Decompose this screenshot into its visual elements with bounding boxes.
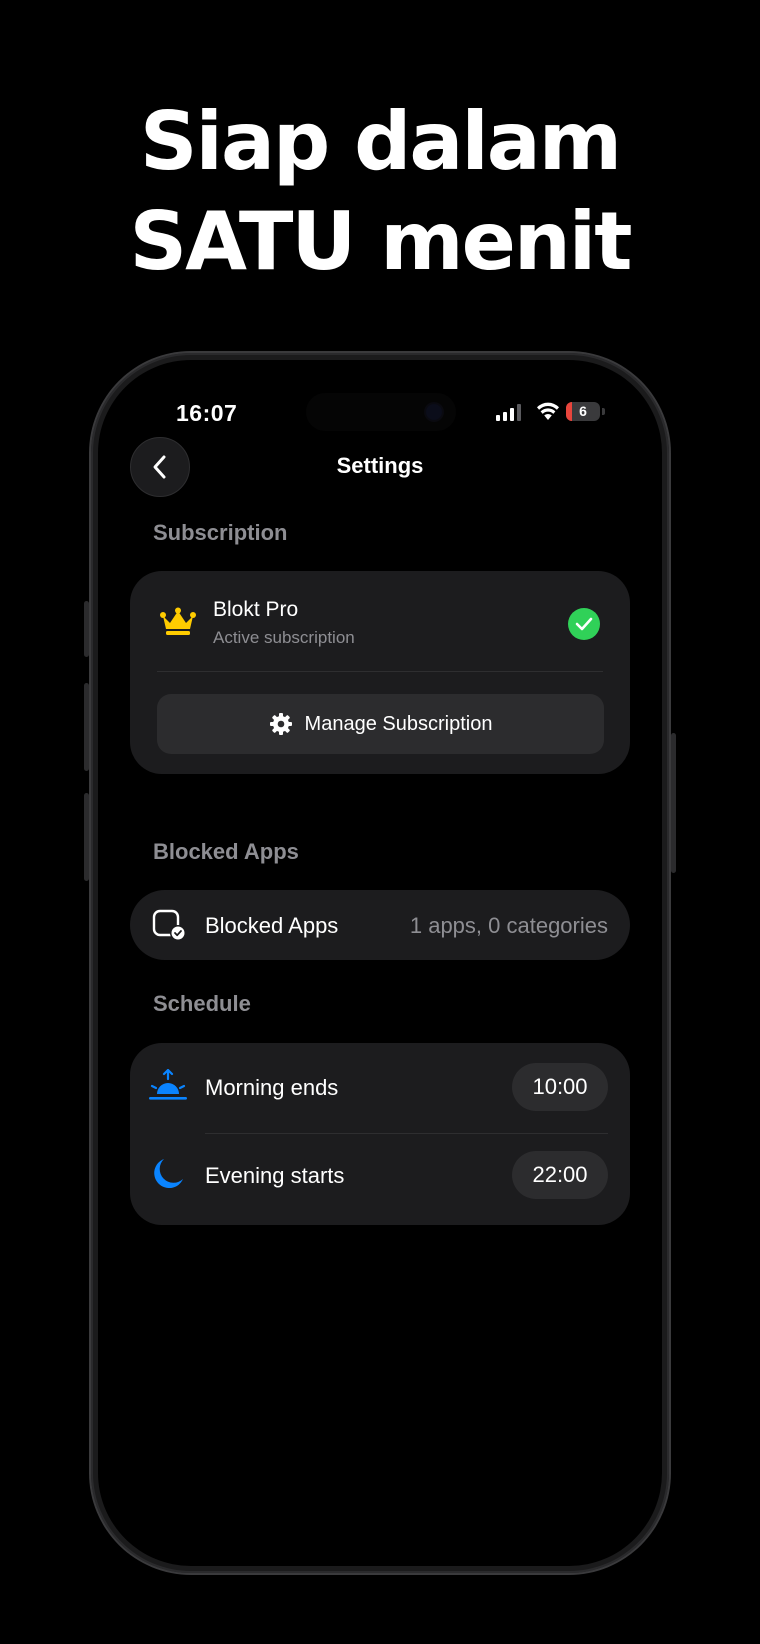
- action-button: [84, 601, 89, 657]
- blocked-apps-count: 1 apps, 0 categories: [409, 913, 608, 938]
- wifi-icon: [537, 402, 559, 420]
- status-time: 16:07: [176, 400, 238, 426]
- battery-tip: [602, 408, 605, 415]
- blocked-apps-row[interactable]: Blocked Apps 1 apps, 0 categories: [130, 890, 630, 960]
- schedule-row-evening[interactable]: Evening starts 22:00: [130, 1135, 630, 1223]
- phone-screen: 16:07 6 Settings Subscription Blokt Pro …: [98, 360, 662, 1566]
- camera-icon: [426, 404, 442, 420]
- volume-down-button: [84, 793, 89, 881]
- evening-starts-label: Evening starts: [205, 1163, 345, 1188]
- headline: Siap dalam SATU menit: [0, 92, 760, 292]
- power-button: [671, 733, 676, 873]
- crown-icon: [160, 607, 196, 635]
- page-title: Settings: [336, 453, 424, 478]
- evening-starts-time-button[interactable]: 22:00: [512, 1151, 608, 1199]
- signal-icon: [496, 404, 521, 421]
- moon-icon: [154, 1159, 183, 1189]
- section-title-blocked-apps: Blocked Apps: [153, 839, 299, 864]
- plan-name: Blokt Pro: [213, 598, 299, 621]
- schedule-card: Morning ends 10:00 Evening starts 22:00: [130, 1043, 630, 1225]
- morning-ends-time-button[interactable]: 10:00: [512, 1063, 608, 1111]
- manage-subscription-label: Manage Subscription: [304, 712, 493, 735]
- check-circle-icon: [568, 608, 600, 640]
- app-shield-icon: [152, 909, 186, 941]
- headline-line-2: SATU menit: [129, 195, 633, 288]
- manage-subscription-button[interactable]: Manage Subscription: [157, 694, 604, 754]
- card-divider: [157, 671, 603, 672]
- schedule-divider: [205, 1133, 608, 1134]
- battery-icon: 6: [566, 402, 600, 421]
- gear-icon: [269, 713, 292, 735]
- battery-level: 6: [579, 403, 587, 419]
- subscription-card: Blokt Pro Active subscription Manage Sub…: [130, 571, 630, 774]
- blocked-apps-label: Blocked Apps: [205, 913, 339, 938]
- phone-frame: 16:07 6 Settings Subscription Blokt Pro …: [84, 353, 676, 1573]
- volume-up-button: [84, 683, 89, 771]
- status-bar: 16:07 6: [98, 360, 662, 431]
- section-title-subscription: Subscription: [153, 520, 288, 545]
- schedule-row-morning[interactable]: Morning ends 10:00: [130, 1043, 630, 1131]
- sunrise-icon: [149, 1069, 187, 1100]
- section-title-schedule: Schedule: [153, 991, 251, 1016]
- headline-line-1: Siap dalam: [139, 95, 622, 188]
- morning-ends-label: Morning ends: [205, 1075, 339, 1100]
- plan-status: Active subscription: [213, 628, 355, 647]
